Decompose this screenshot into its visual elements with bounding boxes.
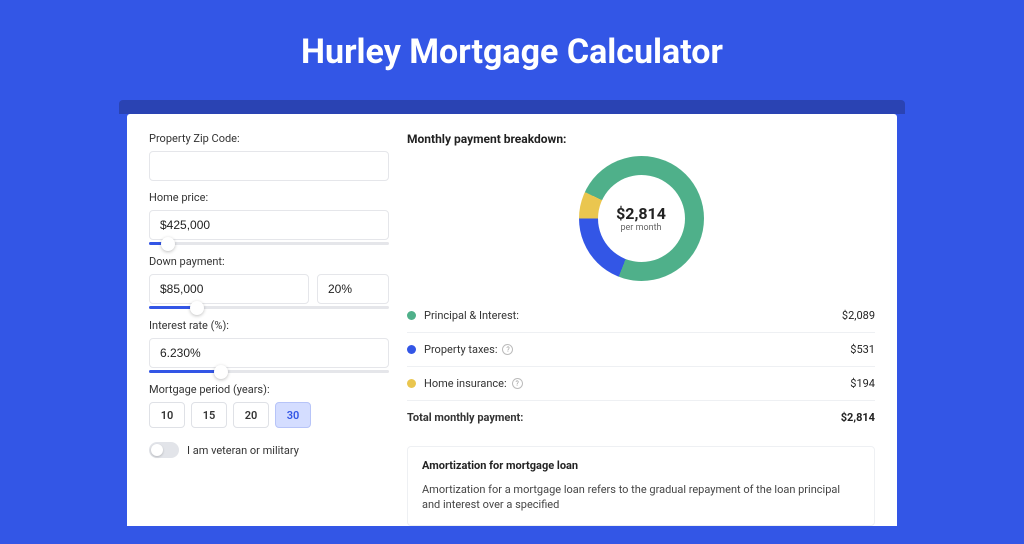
legend-value: $2,089 <box>842 309 875 322</box>
period-button-20[interactable]: 20 <box>233 402 269 428</box>
down-payment-pct-input[interactable] <box>317 274 389 304</box>
total-row: Total monthly payment: $2,814 <box>407 400 875 434</box>
legend-value: $194 <box>850 377 875 390</box>
veteran-label: I am veteran or military <box>187 444 299 457</box>
legend-row: Home insurance:?$194 <box>407 367 875 400</box>
donut-chart-wrap: $2,814 per month <box>407 156 875 281</box>
veteran-row: I am veteran or military <box>149 442 389 458</box>
breakdown-column: Monthly payment breakdown: $2,814 per mo… <box>407 132 875 526</box>
home-price-slider[interactable] <box>149 242 389 245</box>
donut-amount: $2,814 <box>616 204 666 223</box>
interest-input[interactable] <box>149 338 389 368</box>
interest-label: Interest rate (%): <box>149 319 389 332</box>
total-value: $2,814 <box>841 411 875 424</box>
down-payment-input[interactable] <box>149 274 309 304</box>
legend-label: Home insurance:? <box>424 377 850 390</box>
period-label: Mortgage period (years): <box>149 383 389 396</box>
donut-sub: per month <box>620 223 661 233</box>
amortization-title: Amortization for mortgage loan <box>422 459 860 472</box>
total-label: Total monthly payment: <box>407 411 841 424</box>
down-payment-slider-thumb[interactable] <box>190 301 204 315</box>
zip-label: Property Zip Code: <box>149 132 389 145</box>
info-icon[interactable]: ? <box>512 378 523 389</box>
period-button-10[interactable]: 10 <box>149 402 185 428</box>
info-icon[interactable]: ? <box>502 344 513 355</box>
down-payment-label: Down payment: <box>149 255 389 268</box>
form-column: Property Zip Code: Home price: Down paym… <box>149 132 389 526</box>
period-button-30[interactable]: 30 <box>275 402 311 428</box>
interest-slider-fill <box>149 370 221 373</box>
legend: Principal & Interest:$2,089Property taxe… <box>407 299 875 400</box>
veteran-toggle[interactable] <box>149 442 179 458</box>
legend-row: Principal & Interest:$2,089 <box>407 299 875 333</box>
home-price-input[interactable] <box>149 210 389 240</box>
interest-slider-thumb[interactable] <box>214 365 228 379</box>
period-options: 10152030 <box>149 402 389 428</box>
page-title: Hurley Mortgage Calculator <box>0 32 1024 72</box>
home-price-label: Home price: <box>149 191 389 204</box>
amortization-box: Amortization for mortgage loan Amortizat… <box>407 446 875 526</box>
legend-dot <box>407 379 416 388</box>
legend-dot <box>407 311 416 320</box>
card-shadow <box>119 100 905 114</box>
donut-center: $2,814 per month <box>598 175 685 262</box>
donut-chart: $2,814 per month <box>579 156 704 281</box>
legend-label: Principal & Interest: <box>424 309 842 322</box>
legend-value: $531 <box>850 343 875 356</box>
down-payment-slider[interactable] <box>149 306 389 309</box>
legend-row: Property taxes:?$531 <box>407 333 875 367</box>
home-price-slider-thumb[interactable] <box>161 237 175 251</box>
legend-dot <box>407 345 416 354</box>
legend-label: Property taxes:? <box>424 343 850 356</box>
veteran-toggle-knob <box>151 444 163 456</box>
amortization-text: Amortization for a mortgage loan refers … <box>422 482 860 513</box>
zip-input[interactable] <box>149 151 389 181</box>
calculator-card: Property Zip Code: Home price: Down paym… <box>127 114 897 526</box>
interest-slider[interactable] <box>149 370 389 373</box>
period-button-15[interactable]: 15 <box>191 402 227 428</box>
breakdown-title: Monthly payment breakdown: <box>407 132 875 146</box>
